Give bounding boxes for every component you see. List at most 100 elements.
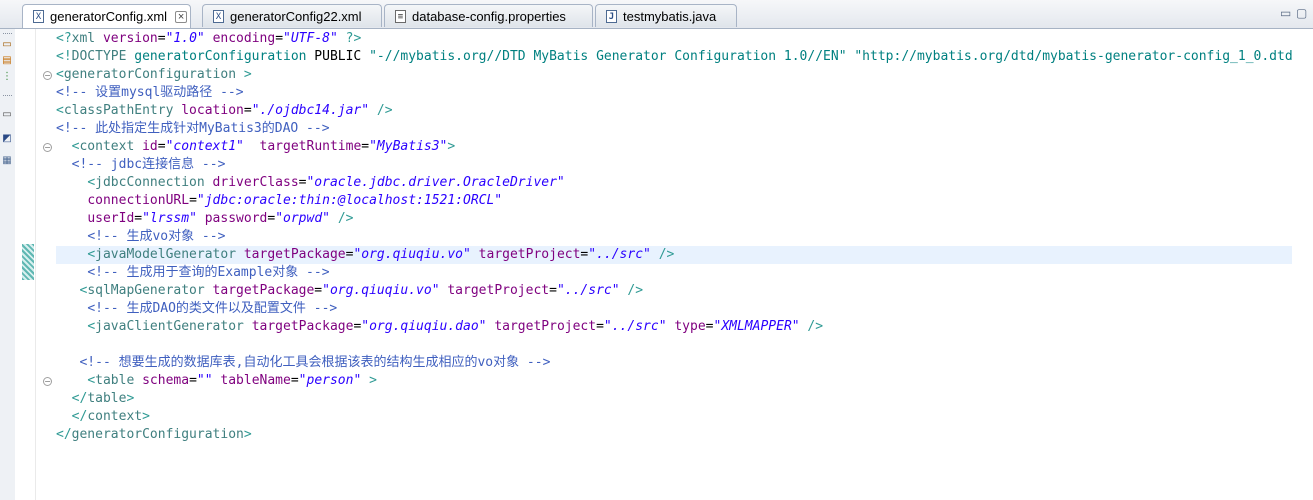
code-line[interactable]: <javaModelGenerator targetPackage="org.q… — [56, 246, 1292, 264]
code-line[interactable]: <!-- jdbc连接信息 --> — [56, 156, 1292, 174]
code-token-plain: = — [189, 373, 197, 388]
code-line[interactable]: <table schema="" tableName="person" > — [56, 372, 1292, 390]
maximize-icon[interactable]: ▢ — [1296, 7, 1308, 19]
code-token-tag: generatorConfiguration — [71, 427, 244, 442]
code-token-tag: table — [95, 373, 135, 388]
fold-toggle-icon[interactable]: − — [43, 71, 52, 80]
code-line[interactable]: <classPathEntry location="./ojdbc14.jar"… — [56, 102, 1292, 120]
tab-database-config-properties[interactable]: ≡ database-config.properties — [384, 4, 593, 27]
code-token-val: "XMLMAPPER" — [713, 319, 800, 334]
code-line[interactable]: <generatorConfiguration > — [56, 66, 1292, 84]
code-token-punc: > — [447, 139, 456, 154]
change-marker — [22, 244, 34, 280]
code-line[interactable]: <context id="context1" targetRuntime="My… — [56, 138, 1292, 156]
code-line[interactable]: <!-- 想要生成的数据库表,自动化工具会根据该表的结构生成相应的vo对象 --… — [56, 354, 1292, 372]
code-token-plain: = — [134, 211, 143, 226]
code-token-attr: targetRuntime — [259, 139, 362, 154]
code-line[interactable]: <?xml version="1.0" encoding="UTF-8" ?> — [56, 30, 1292, 48]
code-token-attr: targetProject — [494, 319, 597, 334]
code-token-val: "person" — [298, 373, 362, 388]
fold-toggle-icon[interactable]: − — [43, 143, 52, 152]
code-token-plain: = — [549, 283, 557, 298]
tab-generatorconfig-xml[interactable]: X generatorConfig.xml × — [22, 4, 191, 28]
code-token-tag: context — [79, 139, 135, 154]
code-token-plain: = — [157, 139, 166, 154]
editor-tab-bar: X generatorConfig.xml × X generatorConfi… — [0, 0, 1313, 29]
code-line[interactable]: <!-- 生成vo对象 --> — [56, 228, 1292, 246]
code-line[interactable]: userId="lrssm" password="orpwd" /> — [56, 210, 1292, 228]
close-tab-icon[interactable]: × — [175, 10, 188, 23]
hierarchy-icon[interactable]: ▤ — [1, 55, 13, 67]
code-token-attr: targetPackage — [251, 319, 354, 334]
outline-icon[interactable]: ⋮ — [1, 71, 13, 83]
code-token-punc: /> — [337, 211, 354, 226]
code-token-punc: /> — [658, 247, 675, 262]
xml-file-icon: X — [33, 10, 44, 23]
code-line[interactable]: connectionURL="jdbc:oracle:thin:@localho… — [56, 192, 1292, 210]
code-token-punc: < — [87, 373, 96, 388]
code-line[interactable]: <!-- 此处指定生成针对MyBatis3的DAO --> — [56, 120, 1292, 138]
code-token-tag: jdbcConnection — [95, 175, 205, 190]
tab-label: generatorConfig.xml — [50, 9, 168, 24]
code-line[interactable]: </table> — [56, 390, 1292, 408]
code-token-plain: = — [314, 283, 323, 298]
code-token-val: "UTF-8" — [283, 31, 338, 46]
code-token-punc: > — [142, 409, 150, 424]
tab-generatorconfig22-xml[interactable]: X generatorConfig22.xml — [202, 4, 382, 27]
code-token-tag: classPathEntry — [63, 103, 174, 118]
tab-testmybatis-java[interactable]: J testmybatis.java — [595, 4, 737, 27]
code-line[interactable]: <!-- 生成用于查询的Example对象 --> — [56, 264, 1292, 282]
code-token-plain: PUBLIC — [306, 49, 370, 64]
code-token-attr: password — [204, 211, 268, 226]
code-token-punc: /> — [807, 319, 824, 334]
code-token-plain: = — [267, 211, 276, 226]
code-line[interactable]: <!-- 生成DAO的类文件以及配置文件 --> — [56, 300, 1292, 318]
code-token-punc: < — [56, 67, 64, 82]
code-token-punc: > — [369, 373, 377, 388]
code-token-attr: location — [181, 103, 244, 118]
minimize-icon[interactable]: ▭ — [1280, 7, 1292, 19]
code-token-punc: < — [56, 103, 64, 118]
code-token-punc: <! — [56, 49, 72, 64]
code-line[interactable]: <sqlMapGenerator targetPackage="org.qiuq… — [56, 282, 1292, 300]
code-token-val: "oracle.jdbc.driver.OracleDriver" — [306, 175, 565, 190]
problems-icon[interactable]: ▦ — [1, 155, 13, 167]
restore-icon[interactable]: ▭ — [1, 39, 13, 51]
code-line[interactable] — [56, 336, 1292, 354]
code-line[interactable]: <!DOCTYPE generatorConfiguration PUBLIC … — [56, 48, 1292, 66]
code-line[interactable]: </context> — [56, 408, 1292, 426]
code-token-tag: javaClientGenerator — [95, 319, 244, 334]
tab-label: database-config.properties — [412, 8, 566, 24]
code-token-val: "MyBatis3" — [369, 139, 448, 154]
fold-toggle-icon[interactable]: − — [43, 377, 52, 386]
code-token-punc: < — [87, 319, 96, 334]
restore-icon[interactable]: ▭ — [1, 109, 13, 121]
code-line[interactable]: </generatorConfiguration> — [56, 426, 1292, 444]
code-line[interactable]: <javaClientGenerator targetPackage = "org.… — [56, 318, 1292, 336]
xml-source-editor[interactable]: <?xml version="1.0" encoding="UTF-8" ?> <… — [56, 30, 1292, 500]
code-line[interactable]: <jdbcConnection driverClass="oracle.jdbc… — [56, 174, 1292, 192]
code-token-val: "../src" — [603, 319, 667, 334]
code-token-val: "1.0" — [165, 31, 205, 46]
code-token-decl: generatorConfiguration — [134, 49, 307, 64]
console-icon[interactable]: ◩ — [1, 133, 13, 145]
code-token-tag: generatorConfiguration — [63, 67, 237, 82]
code-line[interactable]: <!-- 设置mysql驱动路径 --> — [56, 84, 1292, 102]
code-token-attr: version — [102, 31, 158, 46]
